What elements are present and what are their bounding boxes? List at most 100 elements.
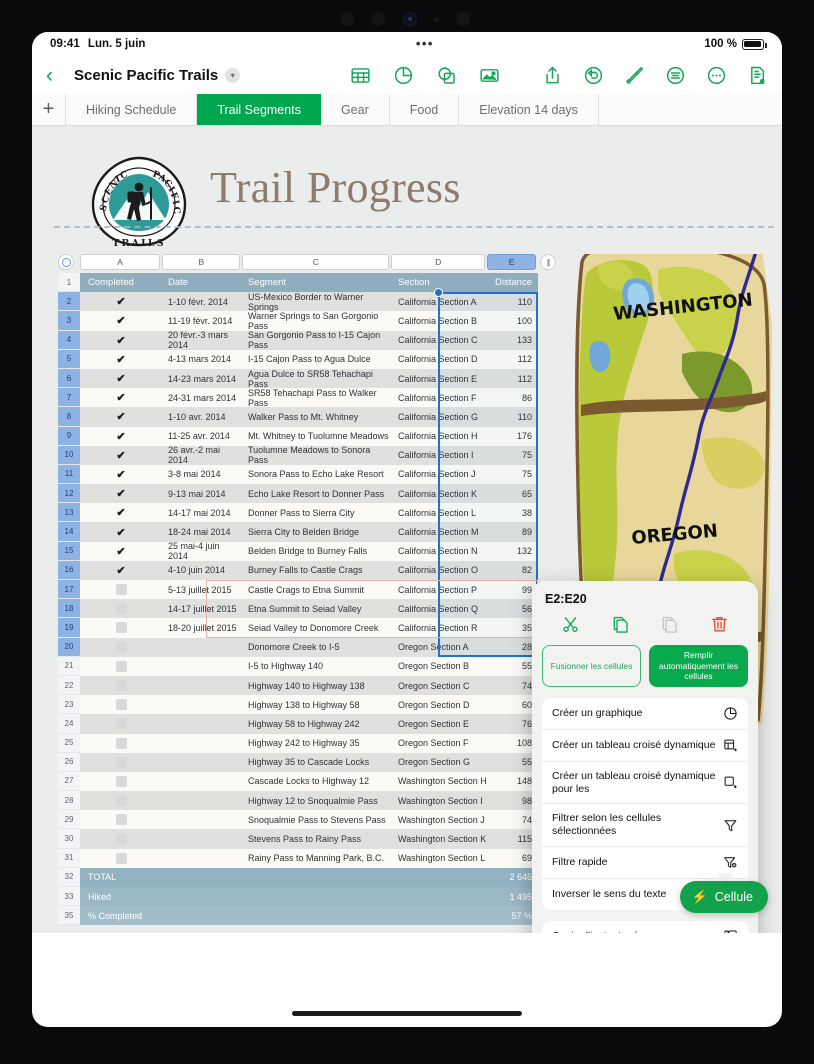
row-number[interactable]: 5 (58, 349, 80, 369)
cell-section[interactable]: California Section L (392, 503, 488, 522)
cell-segment[interactable]: Belden Bridge to Burney Falls (242, 542, 392, 561)
table-row[interactable]: ✔ 26 avr.-2 mai 2014 Tuolumne Meadows to S… (80, 445, 538, 465)
row-number[interactable]: 9 (58, 426, 80, 446)
table-icon[interactable] (350, 65, 371, 86)
row-number[interactable]: 7 (58, 388, 80, 408)
cell-completed[interactable]: ✔ (80, 331, 162, 350)
cell-distance[interactable]: 86 (488, 388, 538, 407)
cut-icon[interactable] (561, 615, 580, 634)
cell-completed[interactable]: ✔ (80, 427, 162, 446)
table-row[interactable]: ✔ 4-10 juin 2014 Burney Falls to Castle Cr… (80, 560, 538, 580)
cell-completed[interactable]: ✔ (80, 311, 162, 330)
table-row[interactable]: Stevens Pass to Rainy Pass Washington Sec… (80, 829, 538, 849)
cell-section[interactable]: Oregon Section F (392, 734, 488, 753)
cell-section[interactable]: Oregon Section A (392, 638, 488, 657)
cell-date[interactable] (162, 810, 242, 829)
cell-date[interactable]: 18-24 mai 2014 (162, 522, 242, 541)
row-number[interactable]: 27 (58, 771, 80, 792)
cell-section[interactable]: Washington Section J (392, 810, 488, 829)
summary-row[interactable]: % Completed 57 % (80, 906, 538, 926)
row-number[interactable]: 12 (58, 484, 80, 504)
cell-completed[interactable]: ✔ (80, 542, 162, 561)
freeze-columns-button[interactable]: || (540, 254, 556, 270)
cell-distance[interactable]: 60 (488, 695, 538, 714)
cell-segment[interactable]: Castle Crags to Etna Summit (242, 580, 392, 599)
table-row[interactable]: Highway 140 to Highway 138 Oregon Section… (80, 675, 538, 696)
cell-segment[interactable]: Stevens Pass to Rainy Pass (242, 829, 392, 848)
column-header-c[interactable]: C (242, 254, 390, 270)
row-number[interactable]: 14 (58, 522, 80, 542)
row-number[interactable]: 10 (58, 445, 80, 465)
back-chevron-icon[interactable]: ‹ (46, 65, 66, 86)
table-row[interactable]: ✔ 11-19 févr. 2014 Warner Springs to San G… (80, 311, 538, 331)
cell-distance[interactable]: 99 (488, 580, 538, 599)
cell-section[interactable]: California Section G (392, 407, 488, 426)
row-number[interactable]: 16 (58, 560, 80, 580)
row-number[interactable]: 20 (58, 637, 80, 657)
document-icon[interactable] (747, 65, 768, 86)
row-number[interactable]: 35 (58, 906, 80, 926)
row-number[interactable]: 32 (58, 867, 80, 887)
cell-date[interactable]: 5-13 juillet 2015 (162, 580, 242, 599)
row-number[interactable]: 31 (58, 848, 80, 868)
cell-completed[interactable] (80, 849, 162, 868)
cell-section[interactable]: Oregon Section E (392, 714, 488, 733)
cell-date[interactable] (162, 829, 242, 848)
cell-date[interactable] (162, 753, 242, 772)
cell-segment[interactable]: Highway 140 to Highway 138 (242, 676, 392, 695)
cell-completed[interactable] (80, 753, 162, 772)
cell-section[interactable]: Oregon Section D (392, 695, 488, 714)
column-header-e[interactable]: E (487, 254, 537, 270)
spreadsheet-canvas[interactable]: TRAILS S C E N I C P A C I F I C Trail P… (32, 126, 782, 933)
cell-date[interactable] (162, 791, 242, 810)
cell-segment[interactable]: Agua Dulce to SR58 Tehachapi Pass (242, 369, 392, 389)
cell-distance[interactable]: 98 (488, 791, 538, 810)
add-sheet-button[interactable]: + (32, 94, 66, 125)
cell-segment[interactable]: Burney Falls to Castle Crags (242, 561, 392, 580)
cell-distance[interactable]: 176 (488, 427, 538, 446)
row-number[interactable]: 6 (58, 368, 80, 389)
table-row[interactable]: Snoqualmie Pass to Stevens Pass Washingto… (80, 810, 538, 830)
table-row[interactable]: Highway 35 to Cascade Locks Oregon Sectio… (80, 752, 538, 772)
cell-distance[interactable]: 110 (488, 407, 538, 426)
row-number[interactable]: 25 (58, 733, 80, 753)
table-row[interactable]: ✔ 14-17 mai 2014 Donner Pass to Sierra Cit… (80, 503, 538, 523)
table-row[interactable]: ✔ 18-24 mai 2014 Sierra City to Belden Bri… (80, 522, 538, 542)
spreadsheet-table[interactable]: || A B C D E 1 2 3 4 5 6 7 8 9 10 11 12 13 14 15 16 17 18… (58, 254, 556, 926)
cell-segment[interactable]: Highway 35 to Cascade Locks (242, 753, 392, 772)
row-number[interactable]: 8 (58, 407, 80, 427)
cell-distance[interactable]: 89 (488, 522, 538, 541)
table-row[interactable]: 14-17 juillet 2015 Etna Summit to Seiad V… (80, 599, 538, 619)
cell-section[interactable]: California Section J (392, 465, 488, 484)
checkbox-empty-icon[interactable] (115, 718, 127, 730)
table-row[interactable]: Highway 58 to Highway 242 Oregon Section … (80, 714, 538, 734)
table-row[interactable]: I-5 to Highway 140 Oregon Section B 55 (80, 656, 538, 676)
cell-section[interactable]: California Section B (392, 311, 488, 330)
cell-completed[interactable] (80, 791, 162, 810)
summary-row[interactable]: TOTAL 2 645 (80, 867, 538, 887)
cell-date[interactable]: 18-20 juillet 2015 (162, 618, 242, 637)
row-number[interactable]: 18 (58, 599, 80, 619)
checkbox-empty-icon[interactable] (115, 584, 127, 596)
cell-section[interactable]: California Section M (392, 522, 488, 541)
cell-date[interactable]: 25 mai-4 juin 2014 (162, 541, 242, 561)
menu-item-create-chart[interactable]: Créer un graphique (542, 698, 748, 730)
cell-section[interactable]: Oregon Section B (392, 657, 488, 676)
table-row[interactable]: Cascade Locks to Highway 12 Washington Se… (80, 771, 538, 792)
delete-icon[interactable] (710, 615, 729, 634)
checkbox-empty-icon[interactable] (115, 737, 127, 749)
cell-section[interactable]: California Section I (392, 446, 488, 465)
cell-completed[interactable]: ✔ (80, 446, 162, 465)
cell-section[interactable]: Washington Section H (392, 772, 488, 791)
cell-segment[interactable]: Sonora Pass to Echo Lake Resort (242, 465, 392, 484)
table-row[interactable]: 5-13 juillet 2015 Castle Crags to Etna Su… (80, 580, 538, 600)
cell-segment[interactable]: Warner Springs to San Gorgonio Pass (242, 311, 392, 331)
cell-segment[interactable]: Highway 58 to Highway 242 (242, 714, 392, 733)
home-indicator[interactable] (292, 1011, 522, 1016)
sheet-tab-gear[interactable]: Gear (321, 94, 390, 125)
table-row[interactable]: Rainy Pass to Manning Park, B.C. Washingt… (80, 848, 538, 868)
paste-icon[interactable] (660, 615, 679, 634)
row-number[interactable]: 24 (58, 714, 80, 734)
cell-completed[interactable] (80, 772, 162, 791)
row-number[interactable]: 4 (58, 330, 80, 350)
